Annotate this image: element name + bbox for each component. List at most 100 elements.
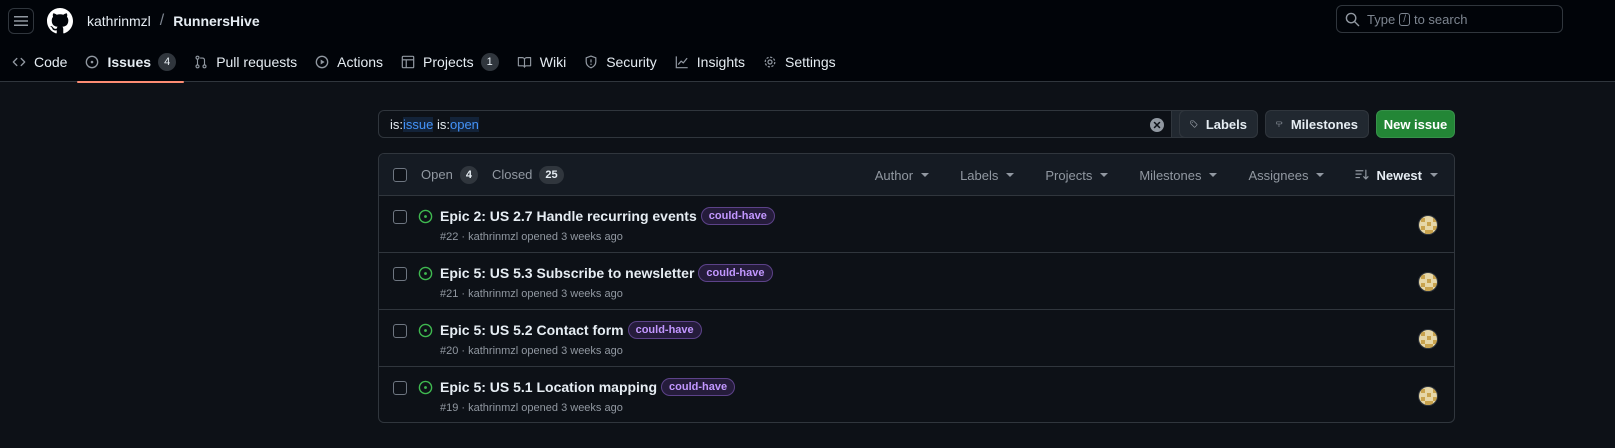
tab-settings-label: Settings [785,53,836,70]
assignees-filter-dropdown[interactable]: Assignees [1248,168,1325,183]
tab-security-label: Security [606,53,657,70]
tab-insights-label: Insights [696,53,746,70]
play-icon [315,55,329,68]
x-icon [1153,121,1161,129]
labels-filter-label: Labels [960,167,999,183]
tab-insights[interactable]: Insights [667,41,753,82]
issue-list: Open 4 Closed 25 Author Labels Projects … [378,153,1455,423]
milestones-filter-dropdown[interactable]: Milestones [1139,167,1218,183]
milestones-button[interactable]: Milestones [1265,110,1369,138]
issue-title-link[interactable]: Epic 5: US 5.3 Subscribe to newsletter [440,265,694,281]
issue-meta: #20 · kathrinmzl opened 3 weeks ago [440,345,623,357]
issue-list-header: Open 4 Closed 25 Author Labels Projects … [379,154,1454,196]
global-search-input[interactable]: Type / to search [1336,5,1563,33]
filter-qualifier-key: is: [390,116,403,132]
issue-row[interactable]: Epic 2: US 2.7 Handle recurring events c… [379,196,1454,253]
graph-icon [675,55,688,68]
projects-filter-dropdown[interactable]: Projects [1045,167,1109,183]
issue-row[interactable]: Epic 5: US 5.3 Subscribe to newsletter c… [379,253,1454,310]
chevron-down-icon [1006,173,1015,177]
issue-label-badge[interactable]: could-have [627,321,702,339]
search-placeholder-suffix: to search [1413,11,1468,27]
labels-filter-dropdown[interactable]: Labels [960,167,1015,183]
hamburger-icon [14,15,28,26]
issue-label-badge[interactable]: could-have [700,207,775,225]
labels-button[interactable]: Labels [1179,110,1258,138]
filter-qualifier-key: is: [436,116,450,132]
closed-issues-tab[interactable]: Closed 25 [492,165,564,184]
tab-projects-count: 1 [480,52,499,71]
tab-pull-requests-label: Pull requests [216,53,298,70]
breadcrumb-repo[interactable]: RunnersHive [173,13,259,29]
filter-qualifier-value: open [449,116,479,132]
tab-projects-label: Projects [423,53,474,70]
issue-row[interactable]: Epic 5: US 5.2 Contact form could-have #… [379,310,1454,367]
issue-title-link[interactable]: Epic 2: US 2.7 Handle recurring events [440,208,697,224]
issue-meta: #21 · kathrinmzl opened 3 weeks ago [440,288,623,300]
issue-meta: #22 · kathrinmzl opened 3 weeks ago [440,231,623,243]
issue-checkbox[interactable] [393,210,407,224]
tab-settings[interactable]: Settings [755,41,844,82]
chevron-down-icon [921,173,930,177]
menu-button[interactable] [8,7,34,34]
shield-icon [585,54,597,68]
issue-filter-input[interactable]: is: issue is: open [378,110,1172,138]
issue-title-line: Epic 5: US 5.3 Subscribe to newsletter c… [440,264,773,282]
open-issues-label: Open [421,167,453,182]
assignee-avatar[interactable] [1418,272,1438,292]
search-icon [1345,12,1360,26]
breadcrumb-separator: / [159,11,165,29]
tab-issues[interactable]: Issues 4 [77,41,184,83]
list-filters: Author Labels Projects Milestones Assign… [844,154,1438,196]
tab-actions[interactable]: Actions [307,41,391,82]
tab-security[interactable]: Security [576,41,665,82]
issue-opened-icon [418,266,433,281]
github-logo-icon[interactable] [47,7,73,34]
search-placeholder-prefix: Type [1367,11,1396,27]
git-pull-request-icon [195,55,207,68]
tab-projects[interactable]: Projects 1 [393,41,507,82]
tab-actions-label: Actions [337,53,384,70]
issue-label-badge[interactable]: could-have [661,378,736,396]
assignee-avatar[interactable] [1418,329,1438,349]
assignee-avatar[interactable] [1418,386,1438,406]
author-filter-dropdown[interactable]: Author [874,167,930,183]
new-issue-button-label: New issue [1383,116,1448,132]
labels-button-label: Labels [1205,116,1247,132]
chevron-down-icon [1209,173,1218,177]
select-all-checkbox[interactable] [393,167,407,182]
open-issues-tab[interactable]: Open 4 [421,165,478,184]
milestones-filter-label: Milestones [1139,167,1202,183]
search-shortcut-key: / [1399,12,1410,26]
issues-toolbar: is: issue is: open Labels Milestones New i… [378,110,1455,138]
issue-title-link[interactable]: Epic 5: US 5.2 Contact form [440,322,624,338]
projects-filter-label: Projects [1045,167,1093,183]
author-filter-label: Author [874,167,914,183]
new-issue-button[interactable]: New issue [1376,110,1455,138]
tab-pull-requests[interactable]: Pull requests [186,41,305,82]
tab-issues-count: 4 [158,52,177,71]
issue-checkbox[interactable] [393,324,407,338]
tab-wiki[interactable]: Wiki [509,41,574,82]
tab-code[interactable]: Code [4,41,75,82]
issue-checkbox[interactable] [393,267,407,281]
sort-desc-icon [1355,169,1370,180]
app-header: kathrinmzl / RunnersHive Type / to searc… [0,0,1615,83]
tag-icon [1190,120,1198,128]
book-icon [517,56,531,68]
issue-opened-icon [418,380,433,395]
table-icon [401,55,415,68]
tab-code-label: Code [34,53,68,70]
issue-checkbox[interactable] [393,381,407,395]
issue-title-line: Epic 5: US 5.2 Contact form could-have [440,321,702,339]
breadcrumb-owner[interactable]: kathrinmzl [87,13,151,29]
issue-title-line: Epic 5: US 5.1 Location mapping could-ha… [440,378,736,396]
issue-title-link[interactable]: Epic 5: US 5.1 Location mapping [440,379,657,395]
assignee-avatar[interactable] [1418,215,1438,235]
issue-label-badge[interactable]: could-have [698,264,773,282]
issue-row[interactable]: Epic 5: US 5.1 Location mapping could-ha… [379,367,1454,422]
chevron-down-icon [1100,173,1109,177]
sort-dropdown[interactable]: Newest [1355,168,1438,183]
clear-filter-button[interactable] [1150,118,1164,132]
chevron-down-icon [1316,173,1325,177]
